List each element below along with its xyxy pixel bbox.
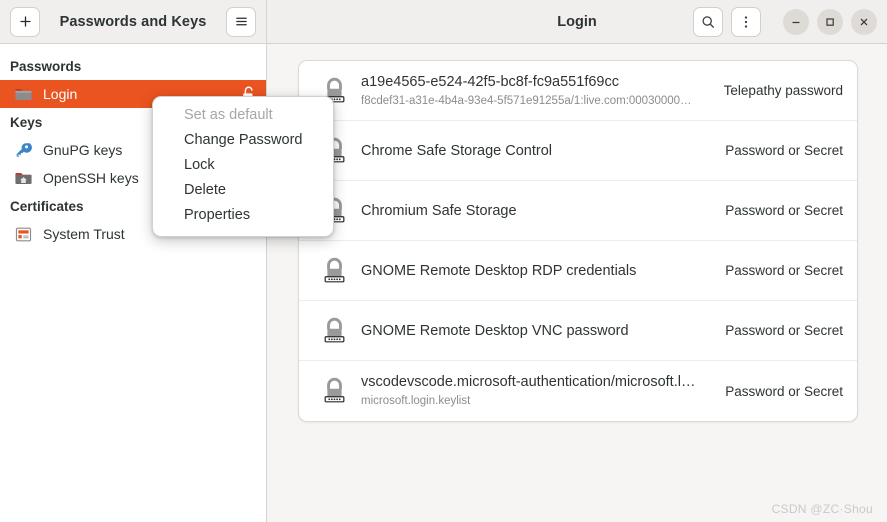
- close-button[interactable]: [851, 8, 877, 35]
- row-kind: Password or Secret: [725, 143, 843, 158]
- row-texts: vscodevscode.microsoft-authentication/mi…: [353, 373, 713, 409]
- hamburger-icon: [235, 17, 247, 26]
- password-list: a19e4565-e524-42f5-bc8f-fc9a551f69cc f8c…: [298, 60, 858, 422]
- row-texts: Chromium Safe Storage: [353, 202, 713, 220]
- add-button[interactable]: [10, 6, 40, 37]
- row-kind: Telepathy password: [723, 83, 843, 98]
- row-kind: Password or Secret: [725, 263, 843, 278]
- overflow-menu-button[interactable]: [731, 6, 761, 37]
- row-title: Chrome Safe Storage Control: [361, 142, 553, 159]
- row-title: vscodevscode.microsoft-authentication/mi…: [361, 374, 696, 390]
- menu-item-properties[interactable]: Properties: [153, 203, 333, 228]
- table-row[interactable]: a19e4565-e524-42f5-bc8f-fc9a551f69cc f8c…: [299, 61, 857, 121]
- window-controls: [783, 8, 877, 35]
- table-row[interactable]: GNOME Remote Desktop RDP credentials Pas…: [299, 241, 857, 301]
- window-header: Login: [267, 0, 887, 43]
- sidebar-heading-passwords: Passwords: [10, 59, 82, 74]
- certificate-icon: [15, 227, 32, 241]
- gpg-key-icon: [16, 142, 32, 157]
- context-menu: Set as default Change Password Lock Dele…: [152, 96, 334, 237]
- menu-item-change-password[interactable]: Change Password: [153, 128, 333, 153]
- lock-icon: [315, 377, 353, 405]
- row-texts: GNOME Remote Desktop VNC password: [353, 322, 713, 340]
- row-title: GNOME Remote Desktop VNC password: [361, 322, 629, 339]
- header-bar: Passwords and Keys Login: [0, 0, 887, 44]
- row-texts: Chrome Safe Storage Control: [353, 142, 713, 160]
- lock-icon: [315, 257, 353, 285]
- row-texts: a19e4565-e524-42f5-bc8f-fc9a551f69cc f8c…: [353, 73, 712, 109]
- menu-item-set-as-default: Set as default: [184, 107, 273, 123]
- keyring-folder-icon: [15, 88, 32, 100]
- close-icon: [860, 18, 868, 25]
- maximize-icon: [826, 17, 834, 26]
- search-icon: [702, 15, 714, 28]
- minimize-icon: [792, 21, 800, 23]
- search-button[interactable]: [693, 6, 723, 37]
- row-kind: Password or Secret: [725, 203, 843, 218]
- content-area: a19e4565-e524-42f5-bc8f-fc9a551f69cc f8c…: [267, 44, 887, 522]
- header-tools: [693, 6, 877, 37]
- maximize-button[interactable]: [817, 8, 843, 35]
- app-title: Passwords and Keys: [59, 13, 207, 30]
- app-window: Passwords and Keys Login Passwords Login…: [0, 0, 887, 522]
- row-kind: Password or Secret: [725, 323, 843, 338]
- row-title: a19e4565-e524-42f5-bc8f-fc9a551f69cc: [361, 73, 619, 90]
- table-row[interactable]: vscodevscode.microsoft-authentication/mi…: [299, 361, 857, 421]
- main-menu-button[interactable]: [226, 6, 256, 37]
- table-row[interactable]: Chrome Safe Storage Control Password or …: [299, 121, 857, 181]
- minimize-button[interactable]: [783, 8, 809, 35]
- row-subtitle: f8cdef31-a31e-4b4a-93e4-5f571e91255a/1:l…: [361, 94, 692, 107]
- table-row[interactable]: Chromium Safe Storage Password or Secret: [299, 181, 857, 241]
- row-title: Chromium Safe Storage: [361, 202, 517, 219]
- row-subtitle: microsoft.login.keylist: [361, 395, 471, 407]
- ssh-folder-icon: [15, 172, 32, 184]
- row-title: GNOME Remote Desktop RDP credentials: [361, 262, 637, 279]
- row-texts: GNOME Remote Desktop RDP credentials: [353, 262, 713, 280]
- watermark: CSDN @ZC·Shou: [771, 502, 873, 516]
- lock-icon: [315, 317, 353, 345]
- menu-item-lock[interactable]: Lock: [153, 153, 333, 178]
- more-vertical-icon: [744, 15, 748, 28]
- sidebar-header: Passwords and Keys: [0, 0, 267, 43]
- row-kind: Password or Secret: [725, 383, 843, 399]
- table-row[interactable]: GNOME Remote Desktop VNC password Passwo…: [299, 301, 857, 361]
- menu-item-delete[interactable]: Delete: [153, 178, 333, 203]
- plus-icon: [19, 16, 31, 27]
